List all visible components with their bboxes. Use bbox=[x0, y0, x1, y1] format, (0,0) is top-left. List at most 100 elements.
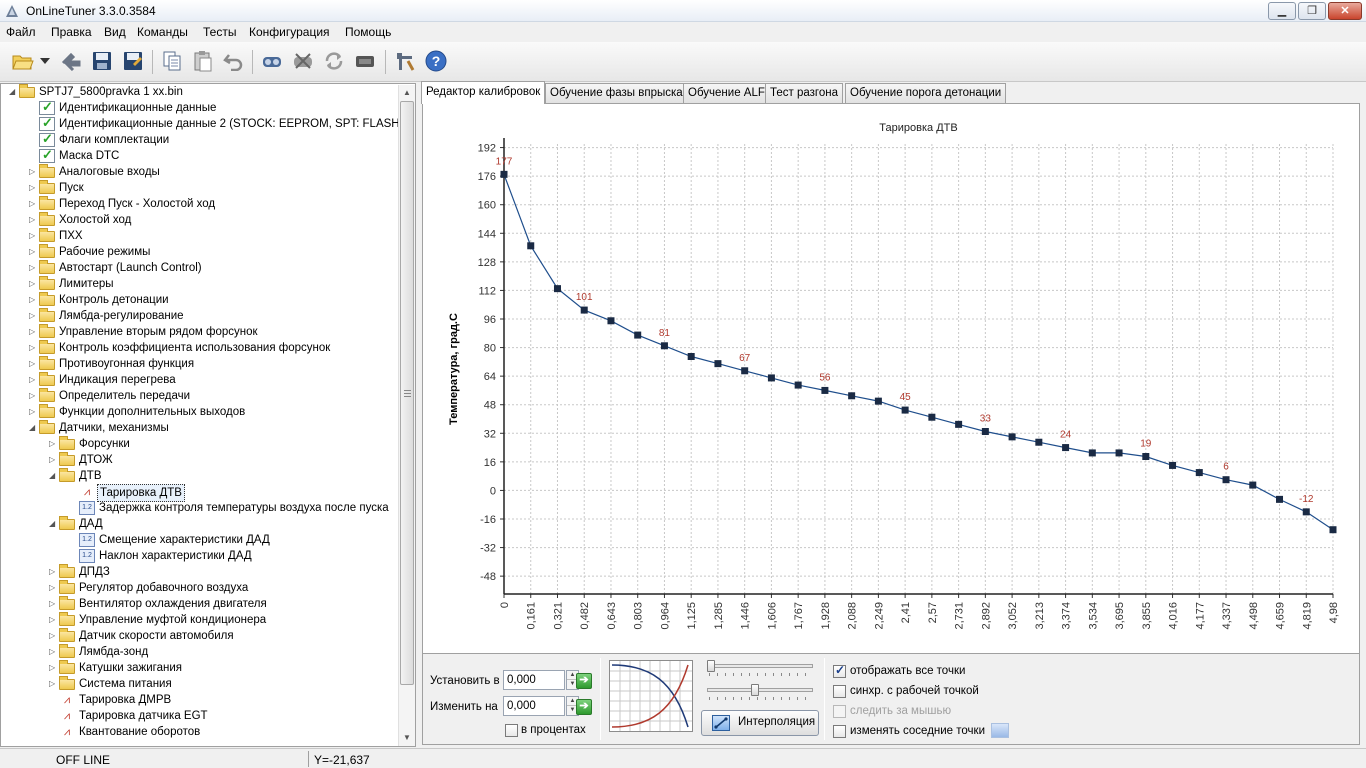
collapse-arrow-icon[interactable]: ◢ bbox=[49, 468, 59, 484]
data-point bbox=[1195, 469, 1203, 477]
expand-arrow-icon[interactable]: ▷ bbox=[29, 340, 39, 356]
collapse-arrow-icon[interactable]: ◢ bbox=[29, 420, 39, 436]
tree-node-label: Флаги комплектации bbox=[59, 134, 170, 146]
expand-arrow-icon[interactable]: ▷ bbox=[29, 276, 39, 292]
color-swatch-icon[interactable] bbox=[991, 723, 1009, 738]
apply-change-arrow-icon[interactable]: ➔ bbox=[576, 699, 592, 715]
help-icon[interactable]: ? bbox=[423, 48, 449, 74]
expand-arrow-icon[interactable]: ▷ bbox=[29, 260, 39, 276]
tab-injection-phase[interactable]: Обучение фазы впрыска bbox=[545, 83, 688, 103]
expand-arrow-icon[interactable]: ▷ bbox=[49, 660, 59, 676]
folder-icon bbox=[59, 436, 75, 450]
expand-arrow-icon[interactable]: ▷ bbox=[29, 404, 39, 420]
expand-arrow-icon[interactable]: ▷ bbox=[29, 356, 39, 372]
data-label: 24 bbox=[1060, 430, 1072, 441]
expand-arrow-icon[interactable]: ▷ bbox=[49, 628, 59, 644]
folder-icon bbox=[59, 564, 75, 578]
menu-configuration[interactable]: Конфигурация bbox=[249, 25, 330, 39]
expand-arrow-icon[interactable]: ▷ bbox=[29, 308, 39, 324]
slider-2-thumb[interactable] bbox=[751, 684, 760, 696]
folder-icon bbox=[39, 324, 55, 338]
expand-arrow-icon[interactable]: ▷ bbox=[29, 388, 39, 404]
expand-arrow-icon[interactable]: ▷ bbox=[29, 324, 39, 340]
scroll-up-arrow-icon[interactable]: ▲ bbox=[399, 85, 415, 101]
close-button[interactable]: ✕ bbox=[1328, 2, 1362, 20]
slider-1-track[interactable] bbox=[707, 664, 813, 668]
tab-alf[interactable]: Обучение ALF bbox=[683, 83, 770, 103]
expand-arrow-icon[interactable]: ▷ bbox=[29, 164, 39, 180]
x-tick-label: 2,41 bbox=[900, 602, 912, 623]
change-value-input[interactable] bbox=[503, 696, 565, 716]
copy-icon[interactable] bbox=[159, 48, 185, 74]
data-point bbox=[660, 342, 668, 350]
follow-mouse-checkbox bbox=[833, 705, 846, 718]
chart-area[interactable]: Тарировка ДТВ Температура, град.С 192 176 16… bbox=[422, 103, 1360, 654]
save-as-icon[interactable] bbox=[120, 48, 146, 74]
slider-2-track[interactable] bbox=[707, 688, 813, 692]
reload-icon[interactable] bbox=[58, 48, 84, 74]
tools-icon[interactable] bbox=[392, 48, 418, 74]
y-tick-label: 16 bbox=[484, 457, 496, 469]
folder-icon bbox=[59, 516, 75, 530]
show-all-points-checkbox[interactable] bbox=[833, 663, 846, 678]
expand-arrow-icon[interactable]: ▷ bbox=[29, 212, 39, 228]
expand-arrow-icon[interactable]: ▷ bbox=[49, 612, 59, 628]
collapse-arrow-icon[interactable]: ◢ bbox=[9, 84, 19, 100]
tab-calibration-editor[interactable]: Редактор калибровок bbox=[421, 81, 546, 104]
menu-commands[interactable]: Команды bbox=[137, 25, 188, 39]
sync-working-point-checkbox[interactable] bbox=[833, 685, 846, 698]
expand-arrow-icon[interactable]: ▷ bbox=[29, 372, 39, 388]
expand-arrow-icon[interactable]: ▷ bbox=[49, 644, 59, 660]
data-label: 67 bbox=[739, 353, 751, 364]
minimize-button[interactable]: ▁ bbox=[1268, 2, 1296, 20]
tab-knock-threshold[interactable]: Обучение порога детонации bbox=[845, 83, 1007, 103]
expand-arrow-icon[interactable]: ▷ bbox=[49, 452, 59, 468]
expand-arrow-icon[interactable]: ▷ bbox=[49, 596, 59, 612]
y-tick-label: 96 bbox=[484, 314, 496, 326]
tree-scrollbar[interactable]: ▲ ▼ bbox=[398, 85, 415, 746]
x-tick-label: 0,803 bbox=[633, 602, 645, 630]
open-folder-icon[interactable] bbox=[10, 48, 36, 74]
undo-icon[interactable] bbox=[221, 48, 247, 74]
expand-arrow-icon[interactable]: ▷ bbox=[49, 676, 59, 692]
tree-node-label: Наклон характеристики ДАД bbox=[99, 550, 252, 562]
ecu-icon[interactable] bbox=[352, 48, 378, 74]
expand-arrow-icon[interactable]: ▷ bbox=[29, 228, 39, 244]
expand-arrow-icon[interactable]: ▷ bbox=[49, 580, 59, 596]
data-point bbox=[687, 353, 695, 360]
paste-icon[interactable] bbox=[190, 48, 216, 74]
menu-edit[interactable]: Правка bbox=[51, 25, 92, 39]
expand-arrow-icon[interactable]: ▷ bbox=[49, 564, 59, 580]
connect-icon[interactable] bbox=[259, 48, 285, 74]
expand-arrow-icon[interactable]: ▷ bbox=[29, 196, 39, 212]
save-icon[interactable] bbox=[89, 48, 115, 74]
disconnect-icon[interactable] bbox=[290, 48, 316, 74]
expand-arrow-icon[interactable]: ▷ bbox=[29, 292, 39, 308]
data-point bbox=[1302, 508, 1310, 516]
menu-help[interactable]: Помощь bbox=[345, 25, 391, 39]
interpolation-button[interactable]: Интерполяция bbox=[701, 710, 819, 736]
menu-tests[interactable]: Тесты bbox=[203, 25, 236, 39]
change-neighbors-checkbox[interactable] bbox=[833, 725, 846, 738]
collapse-arrow-icon[interactable]: ◢ bbox=[49, 516, 59, 532]
folder-icon bbox=[39, 244, 55, 258]
expand-arrow-icon[interactable]: ▷ bbox=[29, 180, 39, 196]
dropdown-arrow-icon[interactable] bbox=[38, 48, 52, 74]
calibration-chart[interactable]: Тарировка ДТВ Температура, град.С 192 176 16… bbox=[423, 104, 1359, 653]
maximize-button[interactable]: ❐ bbox=[1298, 2, 1326, 20]
tree-node-label: ДТОЖ bbox=[79, 454, 113, 466]
set-value-input[interactable] bbox=[503, 670, 565, 690]
tree-node-label: Система питания bbox=[79, 678, 172, 690]
menu-file[interactable]: Файл bbox=[6, 25, 36, 39]
scroll-thumb[interactable] bbox=[400, 101, 414, 685]
expand-arrow-icon[interactable]: ▷ bbox=[29, 244, 39, 260]
percent-checkbox[interactable] bbox=[505, 724, 518, 737]
menu-view[interactable]: Вид bbox=[104, 25, 126, 39]
slider-1-thumb[interactable] bbox=[707, 660, 715, 672]
apply-set-arrow-icon[interactable]: ➔ bbox=[576, 673, 592, 689]
tab-acceleration-test[interactable]: Тест разгона bbox=[765, 83, 844, 103]
scroll-down-arrow-icon[interactable]: ▼ bbox=[399, 730, 415, 746]
refresh-icon[interactable] bbox=[321, 48, 347, 74]
status-bar: OFF LINE Y=-21,637 bbox=[0, 748, 1366, 768]
expand-arrow-icon[interactable]: ▷ bbox=[49, 436, 59, 452]
